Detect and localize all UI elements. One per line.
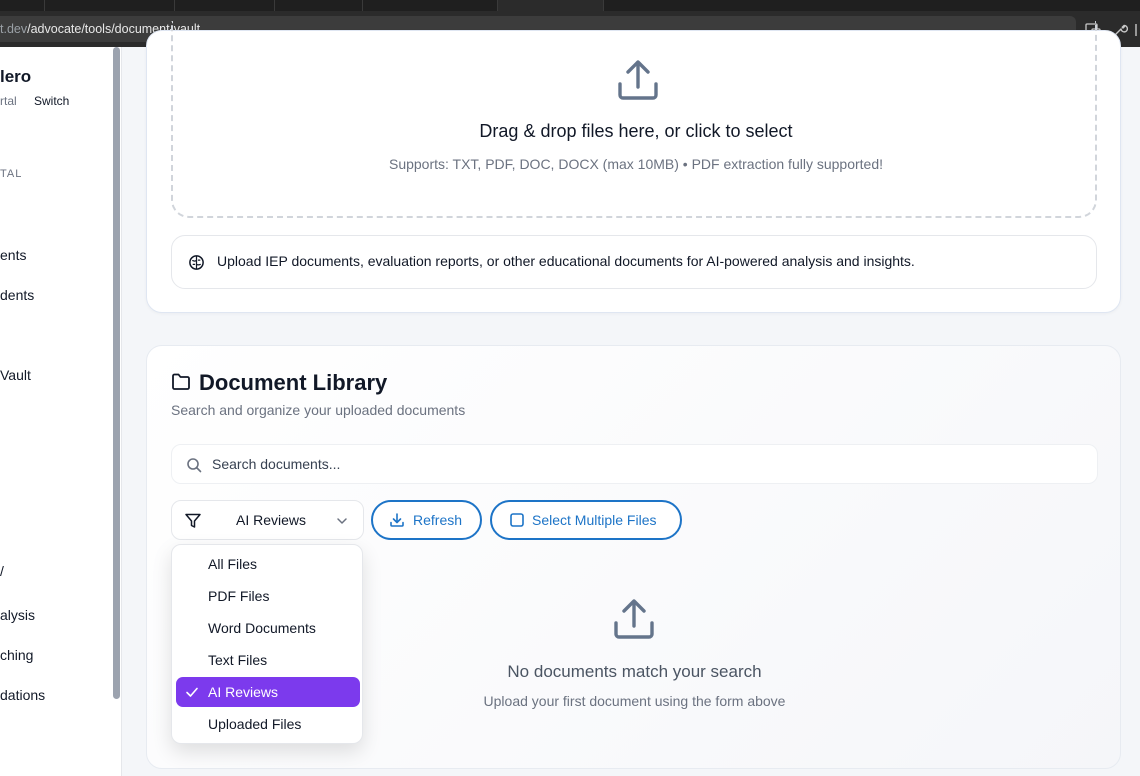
library-title: Document Library [199,370,388,395]
library-subtitle: Search and organize your uploaded docume… [171,402,466,418]
sidebar-item-partial[interactable]: / [0,563,4,579]
empty-state-upload-icon [614,599,654,639]
checkmark-icon [186,687,198,697]
file-dropzone[interactable]: Drag & drop files here, or click to sele… [171,21,1097,218]
select-multiple-label: Select Multiple Files [532,512,657,528]
dropzone-title: Drag & drop files here, or click to sele… [479,121,793,141]
filter-selected-value: AI Reviews [236,512,307,528]
filter-option-text-files[interactable]: Text Files [176,645,360,675]
brain-icon [189,255,204,270]
info-box: Upload IEP documents, evaluation reports… [171,235,1097,289]
filter-option-label: Word Documents [208,620,316,636]
filter-icon [185,513,201,528]
browser-tab[interactable] [275,0,363,11]
user-name: lero [0,67,32,86]
search-box [171,444,1098,484]
browser-tab-active[interactable] [498,0,604,11]
filter-option-label: AI Reviews [208,684,279,700]
sidebar-item-recommendations[interactable]: dations [0,687,45,703]
filter-option-pdf-files[interactable]: PDF Files [176,581,360,611]
filter-option-all-files[interactable]: All Files [176,549,360,579]
file-type-filter-select[interactable]: AI Reviews [171,500,364,540]
dropzone-subtitle: Supports: TXT, PDF, DOC, DOCX (max 10MB)… [388,156,884,172]
sidebar-scrollbar[interactable] [113,47,120,699]
extension-icon[interactable] [1132,22,1140,38]
sidebar: lero rtal Switch TAL ents dents Vault / … [0,47,122,776]
browser-tab[interactable] [45,0,175,11]
sidebar-item-students[interactable]: dents [0,287,34,303]
refresh-button[interactable]: Refresh [371,500,482,540]
info-text: Upload IEP documents, evaluation reports… [217,253,915,269]
filter-option-label: PDF Files [208,588,270,604]
sidebar-section-label: TAL [0,168,23,180]
filter-option-word-documents[interactable]: Word Documents [176,613,360,643]
browser-tab-strip [0,0,1140,11]
filter-option-label: Uploaded Files [208,716,302,732]
filter-option-uploaded-files[interactable]: Uploaded Files [176,709,360,739]
filter-option-label: Text Files [208,652,268,668]
switch-portal-button[interactable]: Switch [34,94,69,108]
sidebar-item-matching[interactable]: ching [0,647,33,663]
checkbox-icon [510,513,524,527]
browser-tab[interactable] [0,0,45,11]
sidebar-item-documents[interactable]: ents [0,247,26,263]
refresh-label: Refresh [413,512,463,528]
chevron-down-icon [337,518,347,524]
upload-card: Drag & drop files here, or click to sele… [146,21,1121,313]
select-multiple-files-button[interactable]: Select Multiple Files [490,500,682,540]
folder-icon [172,373,190,390]
upload-icon [618,60,658,100]
sidebar-item-document-vault[interactable]: Vault [0,367,31,383]
sidebar-item-analysis[interactable]: alysis [0,607,35,623]
browser-tab[interactable] [363,0,498,11]
filter-option-ai-reviews[interactable]: AI Reviews [176,677,360,707]
search-input[interactable] [212,445,1082,483]
download-icon [390,513,404,527]
portal-label: rtal [0,94,17,108]
filter-dropdown-menu: All Files PDF Files Word Documents Text … [171,544,363,744]
browser-tab[interactable] [175,0,275,11]
search-icon [187,458,202,473]
filter-option-label: All Files [208,556,258,572]
